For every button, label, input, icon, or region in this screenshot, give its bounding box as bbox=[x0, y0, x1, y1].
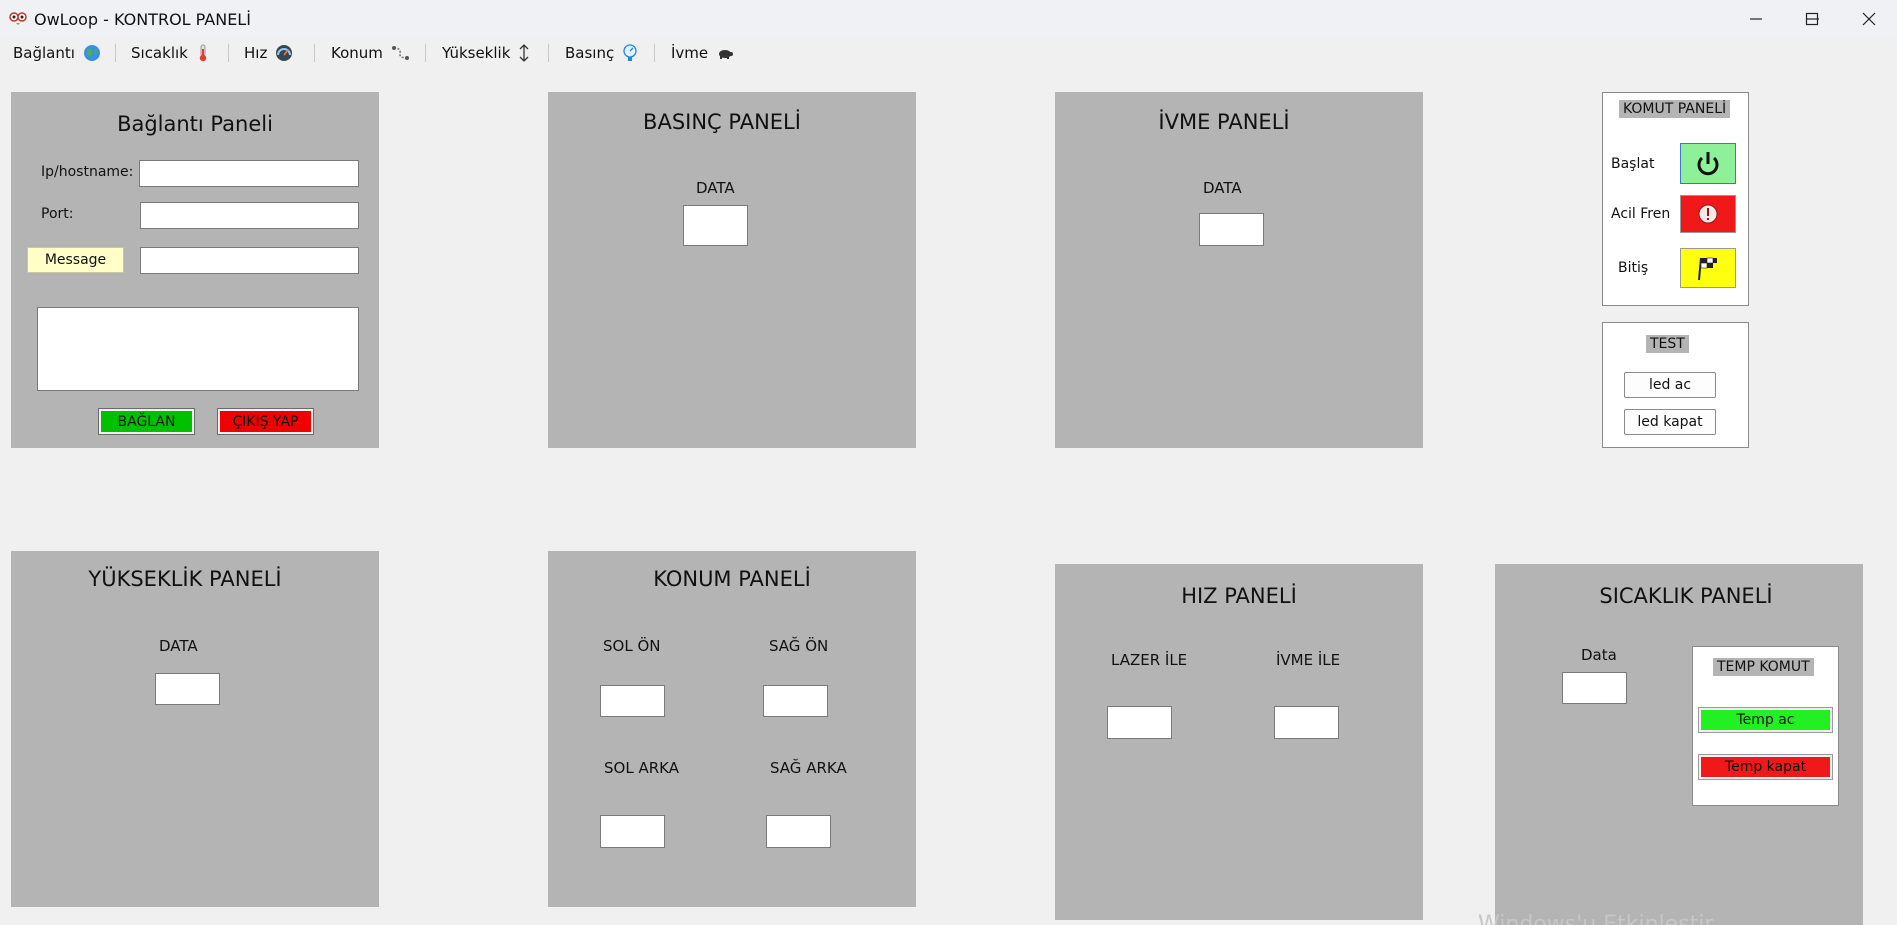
command-panel-title: KOMUT PANELİ bbox=[1619, 100, 1731, 118]
toolbar-separator bbox=[228, 44, 229, 62]
window-title: OwLoop - KONTROL PANELİ bbox=[34, 10, 251, 29]
emergency-brake-button[interactable] bbox=[1680, 195, 1736, 233]
altitude-panel-title: YÜKSEKLİK PANELİ bbox=[88, 567, 282, 591]
owl-app-icon bbox=[9, 12, 27, 25]
start-label: Başlat bbox=[1611, 156, 1655, 172]
temp-command-panel: TEMP KOMUT Temp ac Temp kapat bbox=[1692, 646, 1839, 806]
front-right-label: SAĞ ÖN bbox=[769, 637, 829, 655]
globe-icon bbox=[83, 44, 101, 62]
pressure-panel-title: BASINÇ PANELİ bbox=[643, 110, 801, 134]
position-panel-title: KONUM PANELİ bbox=[653, 567, 811, 591]
pressure-data-label: DATA bbox=[696, 179, 735, 197]
toolbar-label: Basınç bbox=[565, 44, 615, 62]
exit-button[interactable]: ÇIKIŞ YAP bbox=[217, 408, 314, 435]
minimize-icon bbox=[1750, 18, 1762, 20]
toolbar-label: Bağlantı bbox=[13, 44, 75, 62]
rear-right-label: SAĞ ARKA bbox=[770, 759, 847, 777]
rear-right-box bbox=[766, 815, 831, 848]
connection-panel-title: Bağlantı Paneli bbox=[117, 112, 273, 136]
vertical-arrows-icon bbox=[518, 43, 530, 63]
toolbar-label: Konum bbox=[331, 44, 383, 62]
laser-speed-box bbox=[1107, 706, 1172, 739]
message-input[interactable] bbox=[140, 247, 359, 274]
route-icon bbox=[391, 44, 411, 62]
port-label: Port: bbox=[41, 206, 74, 222]
toolbar-separator bbox=[654, 44, 655, 62]
toolbar-item-baglanti[interactable]: Bağlantı bbox=[13, 42, 101, 64]
minimize-button[interactable] bbox=[1728, 0, 1784, 38]
position-panel: KONUM PANELİ SOL ÖN SAĞ ÖN SOL ARKA SAĞ … bbox=[548, 551, 916, 907]
rear-left-label: SOL ARKA bbox=[604, 759, 679, 777]
ip-hostname-input[interactable] bbox=[139, 160, 359, 187]
pressure-icon bbox=[622, 44, 638, 62]
command-panel: KOMUT PANELİ Başlat Acil Fren Bitiş bbox=[1602, 92, 1749, 306]
toolbar-label: Sıcaklık bbox=[131, 44, 188, 62]
toolbar-item-sicaklik[interactable]: Sıcaklık bbox=[131, 42, 210, 64]
speedometer-icon bbox=[275, 44, 293, 62]
checkered-flag-icon bbox=[1698, 257, 1717, 281]
port-input[interactable] bbox=[140, 202, 359, 229]
front-left-label: SOL ÖN bbox=[603, 637, 661, 655]
toolbar-label: Hız bbox=[244, 44, 268, 62]
toolbar-label: İvme bbox=[671, 44, 709, 62]
altitude-data-box bbox=[155, 673, 220, 705]
temp-off-button[interactable]: Temp kapat bbox=[1698, 754, 1833, 780]
temp-command-title: TEMP KOMUT bbox=[1713, 658, 1814, 676]
accel-speed-box bbox=[1274, 706, 1339, 739]
maximize-icon bbox=[1805, 12, 1819, 26]
toolbar-item-ivme[interactable]: İvme bbox=[671, 42, 734, 64]
acceleration-panel-title: İVME PANELİ bbox=[1158, 110, 1290, 134]
pressure-data-box bbox=[683, 205, 748, 246]
toolbar-item-hiz[interactable]: Hız bbox=[244, 42, 293, 64]
toolbar-separator bbox=[115, 44, 116, 62]
temperature-data-box bbox=[1562, 672, 1627, 704]
led-off-button[interactable]: led kapat bbox=[1624, 409, 1716, 435]
test-panel-title: TEST bbox=[1646, 335, 1689, 353]
connection-panel: Bağlantı Paneli Ip/hostname: Port: Messa… bbox=[11, 92, 379, 448]
message-log-textarea[interactable] bbox=[37, 307, 359, 391]
connect-button[interactable]: BAĞLAN bbox=[98, 408, 195, 435]
acceleration-panel: İVME PANELİ DATA bbox=[1055, 92, 1423, 448]
power-icon bbox=[1697, 151, 1719, 175]
toolbar-separator bbox=[425, 44, 426, 62]
activation-watermark: Windows'u Etkinleştir bbox=[1478, 912, 1714, 925]
temperature-panel-title: SICAKLIK PANELİ bbox=[1599, 584, 1773, 608]
toolbar-separator bbox=[548, 44, 549, 62]
maximize-button[interactable] bbox=[1784, 0, 1840, 38]
front-right-box bbox=[763, 685, 828, 717]
start-button[interactable] bbox=[1680, 143, 1736, 184]
speed-panel-title: HIZ PANELİ bbox=[1181, 584, 1297, 608]
close-button[interactable] bbox=[1841, 0, 1897, 38]
finish-button[interactable] bbox=[1680, 248, 1736, 288]
laser-label: LAZER İLE bbox=[1111, 651, 1188, 669]
altitude-panel: YÜKSEKLİK PANELİ DATA bbox=[11, 551, 379, 907]
acceleration-data-box bbox=[1199, 213, 1264, 246]
led-on-button[interactable]: led ac bbox=[1624, 372, 1716, 398]
toolbar-separator bbox=[314, 44, 315, 62]
toolbar-item-yukseklik[interactable]: Yükseklik bbox=[442, 42, 530, 64]
temp-on-button[interactable]: Temp ac bbox=[1698, 707, 1833, 733]
warning-icon bbox=[1698, 204, 1718, 224]
temperature-data-label: Data bbox=[1581, 646, 1617, 664]
toolbar-label: Yükseklik bbox=[442, 44, 511, 62]
toolbar-item-basinc[interactable]: Basınç bbox=[565, 42, 638, 64]
acceleration-data-label: DATA bbox=[1203, 179, 1242, 197]
toolbar-item-konum[interactable]: Konum bbox=[331, 42, 411, 64]
temperature-panel: SICAKLIK PANELİ Data TEMP KOMUT Temp ac … bbox=[1495, 564, 1863, 925]
altitude-data-label: DATA bbox=[159, 637, 198, 655]
pressure-panel: BASINÇ PANELİ DATA bbox=[548, 92, 916, 448]
emergency-brake-label: Acil Fren bbox=[1611, 206, 1671, 222]
close-icon bbox=[1862, 12, 1876, 26]
title-bar: OwLoop - KONTROL PANELİ bbox=[0, 0, 1897, 38]
thermometer-icon bbox=[196, 44, 210, 62]
turtle-icon bbox=[716, 46, 734, 60]
test-panel: TEST led ac led kapat bbox=[1602, 322, 1749, 448]
rear-left-box bbox=[600, 815, 665, 848]
accel-speed-label: İVME İLE bbox=[1276, 651, 1341, 669]
message-button[interactable]: Message bbox=[27, 247, 124, 273]
speed-panel: HIZ PANELİ LAZER İLE İVME İLE bbox=[1055, 564, 1423, 920]
finish-label: Bitiş bbox=[1618, 260, 1649, 276]
front-left-box bbox=[600, 685, 665, 717]
ip-label: Ip/hostname: bbox=[41, 164, 134, 180]
